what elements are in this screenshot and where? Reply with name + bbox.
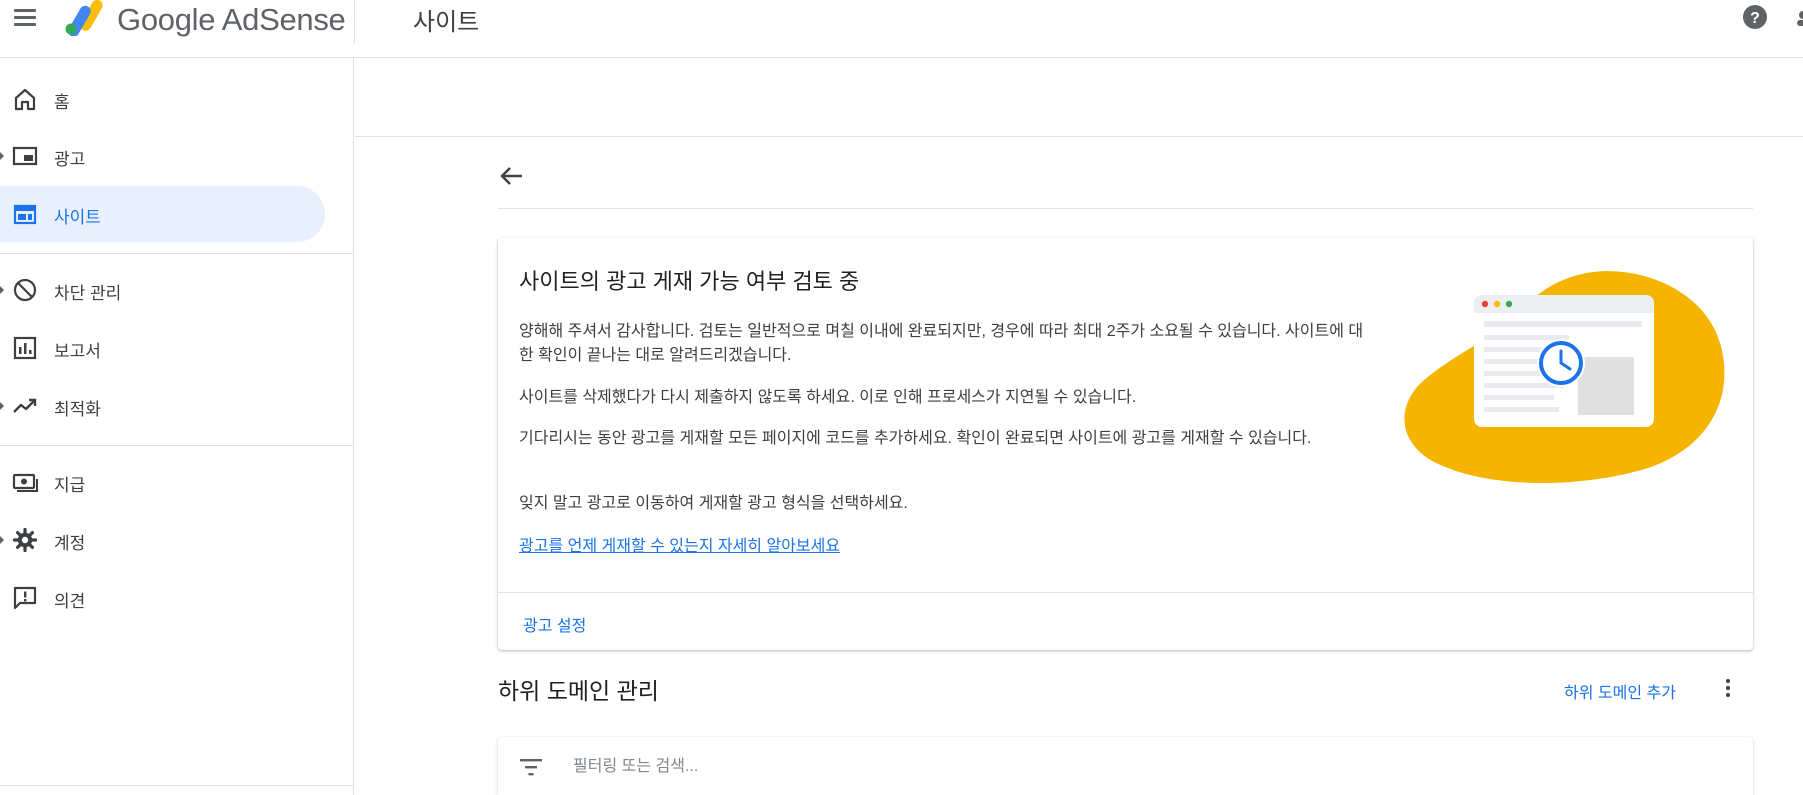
- sidebar-divider: [0, 253, 354, 254]
- learn-more-link[interactable]: 광고를 언제 게재할 수 있는지 자세히 알아보세요: [519, 532, 840, 556]
- top-app-bar: Google AdSense 사이트 ?: [0, 0, 1803, 58]
- filter-bar: [498, 737, 1753, 795]
- page-title: 사이트: [413, 9, 480, 36]
- sidebar-item-payments[interactable]: 지급: [0, 454, 325, 510]
- sidebar-item-label: 보고서: [54, 342, 101, 361]
- card-footer-divider: [498, 592, 1753, 593]
- payments-icon: [12, 473, 38, 492]
- card-paragraph: 잊지 말고 광고로 이동하여 게재할 광고 형식을 선택하세요.: [519, 495, 908, 512]
- trending-up-icon: [13, 398, 37, 413]
- sidebar-item-sites[interactable]: 사이트: [0, 186, 325, 242]
- review-status-card: 사이트의 광고 게재 가능 여부 검토 중 양해해 주셔서 감사합니다. 검토는…: [498, 238, 1753, 650]
- filter-icon[interactable]: [518, 756, 544, 778]
- feedback-icon: [13, 586, 37, 610]
- gear-icon: [12, 527, 38, 553]
- brand-name: Google AdSense: [117, 2, 346, 37]
- sidebar-item-label: 최적화: [54, 400, 101, 419]
- subdomain-section-title: 하위 도메인 관리: [498, 678, 659, 704]
- back-arrow-icon[interactable]: [496, 160, 528, 192]
- card-paragraph: 사이트를 삭제했다가 다시 제출하지 않도록 하세요. 이로 인해 프로세스가 …: [519, 389, 1137, 406]
- sidebar-item-home[interactable]: 홈: [0, 71, 325, 127]
- filter-search-input[interactable]: [573, 753, 1173, 781]
- adsense-app: Google AdSense 사이트 ? 홈 광고 사이트 차단 관리 보고서 …: [0, 0, 1803, 795]
- sidebar-divider: [0, 785, 354, 786]
- adsense-logo-icon: [65, 0, 103, 36]
- sidebar-item-label: 홈: [54, 93, 70, 112]
- card-paragraph: 양해해 주셔서 감사합니다. 검토는 일반적으로 며칠 이내에 완료되지만, 경…: [519, 323, 1364, 364]
- sidebar-item-label: 광고: [54, 150, 86, 169]
- ads-icon: [12, 146, 38, 166]
- sidebar-item-label: 의견: [54, 592, 86, 611]
- card-paragraph: 기다리시는 동안 광고를 게재할 모든 페이지에 코드를 추가하세요. 확인이 …: [519, 430, 1312, 447]
- card-title: 사이트의 광고 게재 가능 여부 검토 중: [519, 269, 860, 294]
- ad-settings-button[interactable]: 광고 설정: [523, 612, 586, 636]
- sites-icon: [13, 204, 37, 225]
- block-icon: [13, 278, 37, 302]
- sidebar-item-label: 차단 관리: [54, 284, 122, 303]
- sidebar-item-label: 계정: [54, 534, 86, 553]
- sidebar-item-blocking[interactable]: 차단 관리: [0, 262, 325, 318]
- review-illustration: [1404, 271, 1725, 483]
- more-vert-icon[interactable]: [1716, 673, 1740, 703]
- header-band-divider: [355, 136, 1803, 137]
- expand-caret-icon: [0, 286, 4, 294]
- expand-caret-icon: [0, 536, 4, 544]
- sidebar-divider: [0, 445, 354, 446]
- add-subdomain-button[interactable]: 하위 도메인 추가: [1564, 679, 1676, 703]
- expand-caret-icon: [0, 152, 4, 160]
- sidebar: 홈 광고 사이트 차단 관리 보고서 최적화 지급 계정 의견: [0, 58, 354, 795]
- help-circle-icon[interactable]: ?: [1742, 4, 1768, 30]
- menu-icon[interactable]: [12, 6, 38, 30]
- sidebar-item-feedback[interactable]: 의견: [0, 570, 325, 626]
- expand-caret-icon: [0, 402, 4, 410]
- svg-text:?: ?: [1750, 10, 1760, 27]
- sidebar-item-optimization[interactable]: 최적화: [0, 378, 325, 434]
- sidebar-item-reports[interactable]: 보고서: [0, 320, 325, 376]
- topbar-divider: [354, 0, 355, 44]
- sidebar-item-ads[interactable]: 광고: [0, 128, 325, 184]
- sidebar-item-label: 지급: [54, 476, 86, 495]
- sidebar-item-account[interactable]: 계정: [0, 512, 325, 568]
- reports-icon: [13, 336, 37, 360]
- sidebar-item-label: 사이트: [54, 208, 101, 227]
- back-divider: [498, 208, 1753, 209]
- home-icon: [14, 88, 36, 111]
- account-icon[interactable]: [1795, 8, 1803, 28]
